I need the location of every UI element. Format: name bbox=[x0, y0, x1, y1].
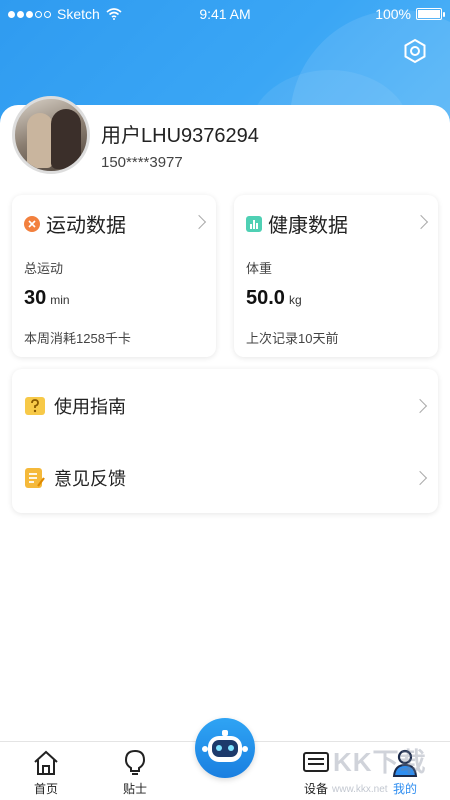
lightbulb-icon bbox=[105, 748, 165, 778]
health-chart-icon bbox=[246, 215, 262, 232]
exercise-card-header: 运动数据 bbox=[24, 209, 126, 238]
robot-icon bbox=[202, 730, 248, 762]
settings-hex-icon[interactable] bbox=[402, 38, 428, 64]
health-value: 50.0 kg bbox=[246, 287, 302, 310]
exercise-data-card[interactable]: 运动数据 总运动 30 min 本周消耗1258千卡 bbox=[12, 195, 216, 357]
tab-home[interactable]: 首页 bbox=[16, 748, 76, 797]
health-value-unit: kg bbox=[288, 293, 302, 307]
health-label: 体重 bbox=[246, 261, 273, 276]
tab-home-label: 首页 bbox=[33, 782, 58, 796]
chevron-right-icon bbox=[191, 214, 207, 230]
menu-item-guide[interactable]: 使用指南 bbox=[12, 386, 450, 426]
exercise-value: 30 min bbox=[24, 287, 70, 310]
chevron-right-icon bbox=[412, 470, 428, 486]
avatar[interactable] bbox=[12, 96, 90, 174]
exercise-sub: 本周消耗1258千卡 bbox=[24, 331, 131, 346]
health-card-title: 健康数据 bbox=[268, 215, 348, 237]
menu-item-feedback[interactable]: 意见反馈 bbox=[12, 458, 450, 498]
status-bar: Sketch 9:41 AM 100% bbox=[0, 0, 450, 28]
user-name: 用户LHU9376294 bbox=[101, 125, 259, 147]
user-phone: 150****3977 bbox=[101, 154, 183, 171]
battery-icon bbox=[416, 8, 445, 20]
watermark-logo: KK下载 bbox=[333, 747, 427, 777]
exercise-value-number: 30 bbox=[24, 287, 47, 309]
home-icon bbox=[16, 748, 76, 778]
exercise-value-unit: min bbox=[50, 293, 70, 307]
exercise-label: 总运动 bbox=[24, 261, 64, 276]
battery-percent: 100% bbox=[375, 6, 411, 22]
feedback-icon bbox=[25, 468, 45, 488]
health-sub: 上次记录10天前 bbox=[246, 331, 339, 346]
tab-tips-label: 贴士 bbox=[122, 782, 147, 796]
status-right: 100% bbox=[375, 6, 445, 22]
exercise-icon bbox=[24, 215, 40, 232]
robot-center-button[interactable] bbox=[195, 718, 255, 778]
tab-tips[interactable]: 贴士 bbox=[105, 748, 165, 797]
menu-item-feedback-label: 意见反馈 bbox=[54, 469, 126, 489]
exercise-card-title: 运动数据 bbox=[46, 215, 126, 237]
health-value-number: 50.0 bbox=[246, 287, 285, 309]
chevron-right-icon bbox=[413, 214, 429, 230]
guide-icon bbox=[25, 397, 45, 415]
menu-item-guide-label: 使用指南 bbox=[54, 397, 126, 417]
health-data-card[interactable]: 健康数据 体重 50.0 kg 上次记录10天前 bbox=[234, 195, 438, 357]
watermark-url: www.kkx.net bbox=[332, 784, 388, 795]
health-card-header: 健康数据 bbox=[246, 209, 348, 238]
chevron-right-icon bbox=[412, 398, 428, 414]
